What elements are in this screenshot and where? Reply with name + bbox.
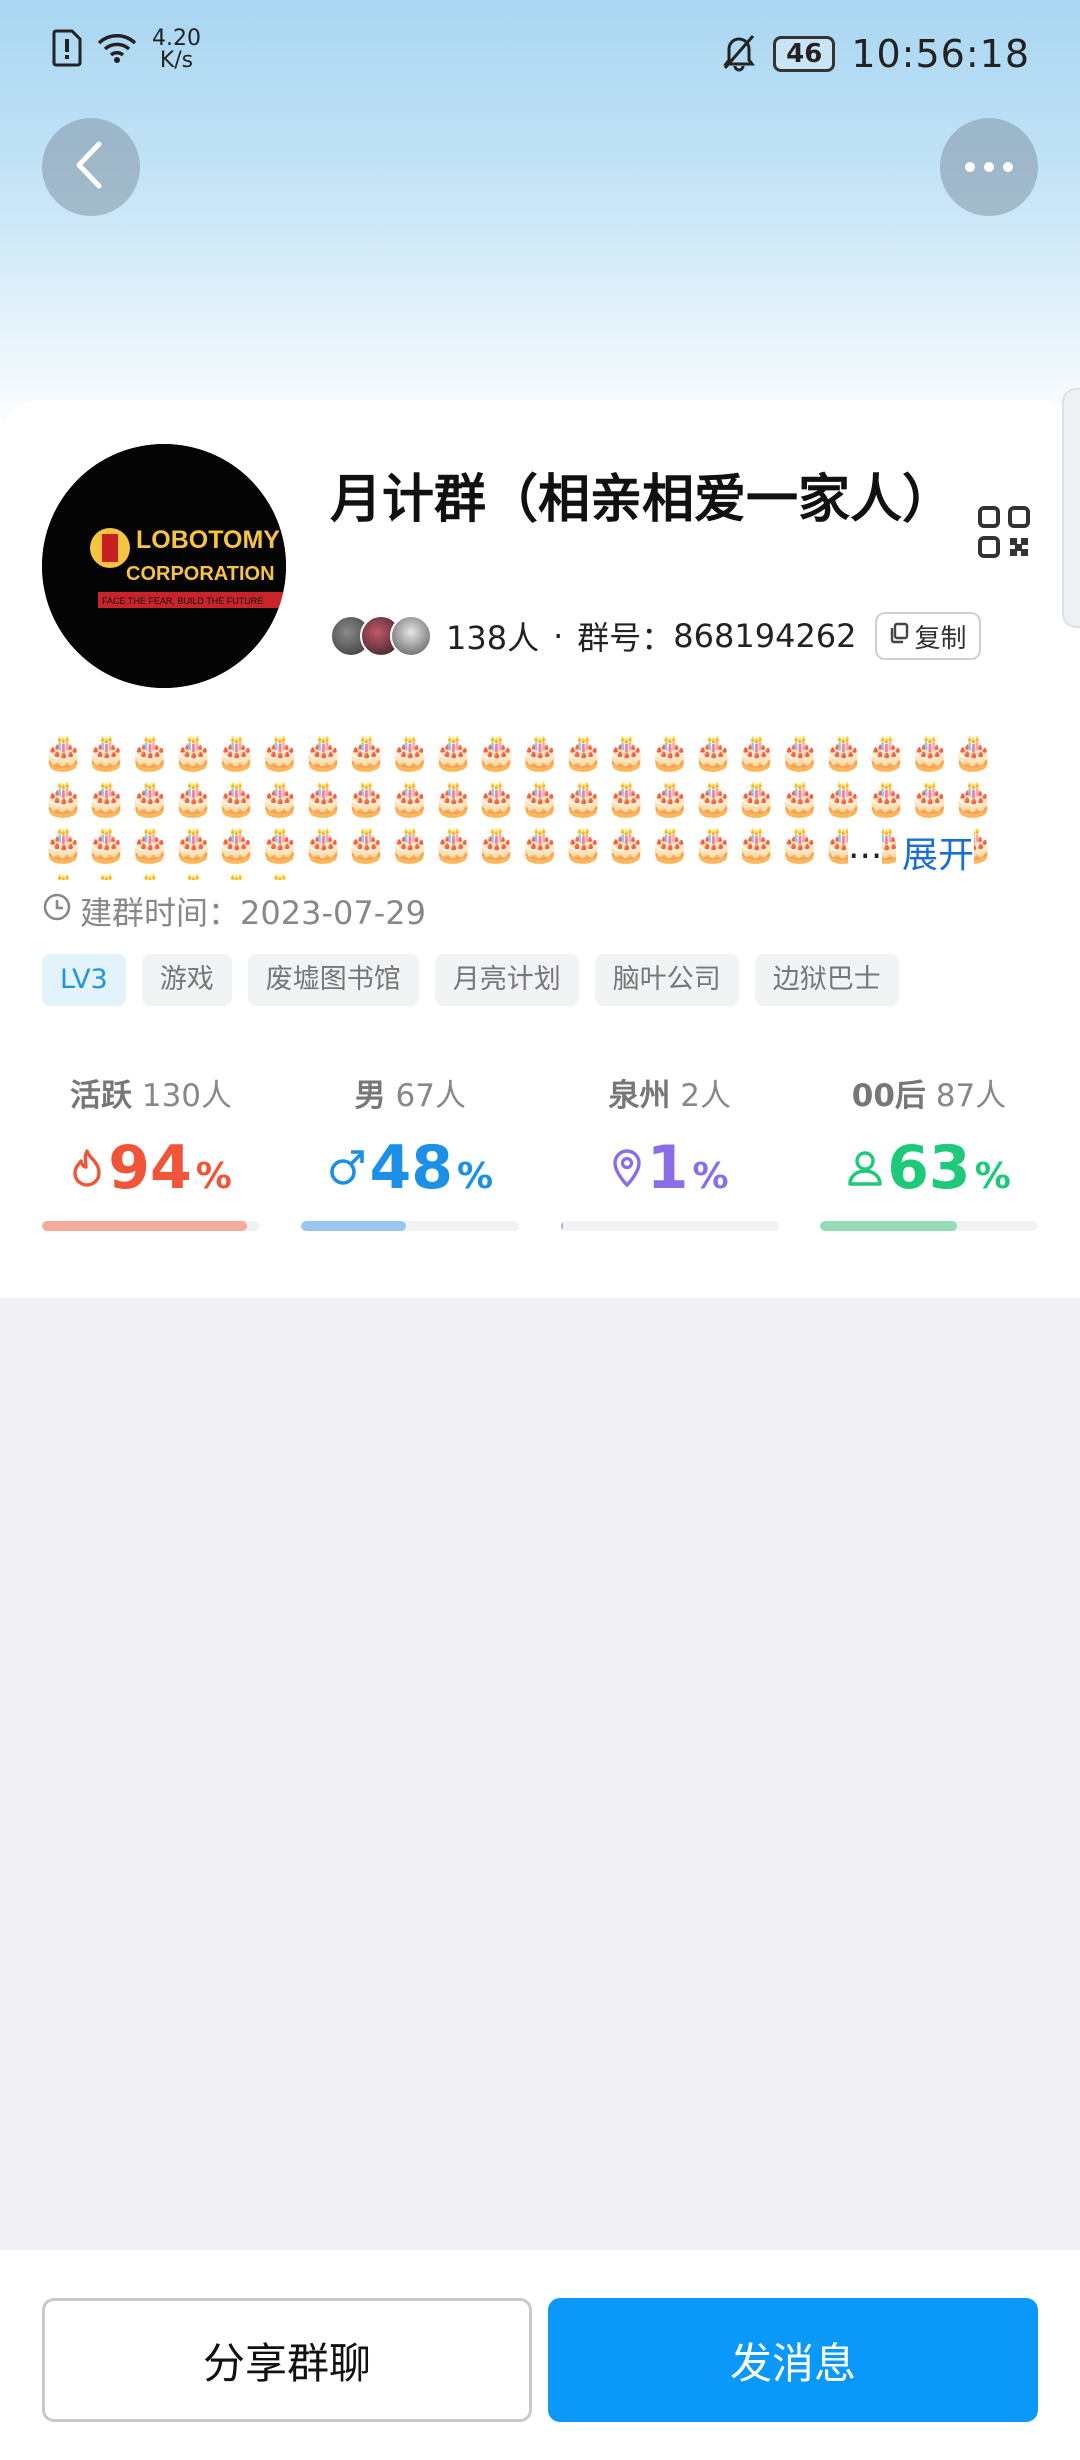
avatar-logo-line2: CORPORATION bbox=[126, 563, 275, 585]
avatar-logo-slogan: FACE THE FEAR, BUILD THE FUTURE bbox=[102, 596, 263, 606]
tag-item[interactable]: 脑叶公司 bbox=[594, 954, 739, 1006]
tag-item[interactable]: 废墟图书馆 bbox=[247, 954, 419, 1006]
copy-id-button[interactable]: 复制 bbox=[874, 612, 981, 660]
stat-percent-sign: % bbox=[195, 1156, 232, 1197]
stat-bar-track bbox=[560, 1221, 779, 1231]
created-date: 建群时间：2023-07-29 bbox=[42, 888, 426, 934]
group-id: 868194262 bbox=[673, 617, 857, 655]
stat-bar-track bbox=[301, 1221, 520, 1231]
group-avatar[interactable]: LOBOTOMY CORPORATION FACE THE FEAR, BUIL… bbox=[42, 444, 286, 688]
qr-code-icon[interactable] bbox=[978, 506, 1030, 558]
group-meta: 138人 · 群号： 868194262 复制 bbox=[330, 610, 981, 662]
stat-count: 87人 bbox=[935, 1078, 1007, 1114]
group-id-label: 群号： bbox=[577, 619, 674, 657]
person-icon bbox=[847, 1148, 883, 1192]
stat-bar-fill bbox=[560, 1221, 563, 1231]
description-ellipsis: ... bbox=[848, 826, 883, 867]
group-name: 月计群（相亲相爱一家人） bbox=[330, 470, 955, 530]
stat-count: 130人 bbox=[141, 1078, 233, 1114]
stat-percent-sign: % bbox=[692, 1156, 729, 1197]
stat-bar-track bbox=[42, 1221, 260, 1231]
stat-key: 00后 bbox=[851, 1078, 926, 1114]
copy-label: 复制 bbox=[914, 623, 967, 654]
meta-separator: · bbox=[553, 617, 564, 655]
flame-icon bbox=[70, 1148, 104, 1192]
clock: 10:56:18 bbox=[851, 32, 1030, 76]
male-icon bbox=[328, 1148, 366, 1192]
tag-item[interactable]: 月亮计划 bbox=[434, 954, 579, 1006]
clock-icon bbox=[42, 892, 72, 930]
tag-item[interactable]: 边狱巴士 bbox=[754, 954, 899, 1006]
more-dots-icon bbox=[964, 158, 1014, 177]
stat-percent-sign: % bbox=[457, 1156, 494, 1197]
more-options-button[interactable] bbox=[940, 118, 1038, 216]
mute-bell-icon bbox=[721, 32, 757, 76]
stat-count: 2人 bbox=[680, 1078, 731, 1114]
tag-list: LV3 游戏 废墟图书馆 月亮计划 脑叶公司 边狱巴士 bbox=[42, 954, 899, 1006]
stat-key: 男 bbox=[354, 1078, 386, 1114]
member-stats: 活跃 130人 94 % 男 67人 48 % 泉州 2人 1 % 00后 87… bbox=[42, 1070, 1038, 1231]
avatar-logo-line1: LOBOTOMY bbox=[136, 526, 280, 554]
copy-icon bbox=[889, 621, 909, 651]
expand-link[interactable]: 展开 bbox=[896, 826, 975, 878]
stat-active[interactable]: 活跃 130人 94 % bbox=[42, 1070, 260, 1231]
stat-bar-fill bbox=[819, 1221, 958, 1231]
network-speed: 4.20 K/s bbox=[152, 26, 201, 73]
bottom-action-bar: 分享群聊 发消息 bbox=[0, 2250, 1080, 2460]
side-drawer-handle[interactable] bbox=[1062, 388, 1080, 628]
tag-item[interactable]: 游戏 bbox=[141, 954, 232, 1006]
stat-value: 1 bbox=[646, 1133, 689, 1203]
stat-bar-fill bbox=[42, 1221, 247, 1231]
stat-male[interactable]: 男 67人 48 % bbox=[301, 1070, 520, 1231]
back-button[interactable] bbox=[42, 118, 140, 216]
stat-value: 48 bbox=[369, 1133, 454, 1203]
stat-bar-track bbox=[819, 1221, 1038, 1231]
stat-value: 94 bbox=[108, 1133, 192, 1203]
chevron-left-icon bbox=[71, 140, 111, 194]
stat-percent-sign: % bbox=[974, 1156, 1011, 1197]
member-count: 138人 bbox=[446, 619, 540, 657]
stat-value: 63 bbox=[887, 1133, 971, 1203]
stat-location[interactable]: 泉州 2人 1 % bbox=[560, 1070, 779, 1231]
stat-age-group[interactable]: 00后 87人 63 % bbox=[819, 1070, 1038, 1231]
status-bar: 4.20 K/s 46 10:56:18 bbox=[0, 0, 1080, 110]
group-description: 🎂🎂🎂🎂🎂🎂🎂🎂🎂🎂🎂🎂🎂🎂🎂🎂🎂🎂🎂🎂🎂🎂🎂🎂🎂🎂🎂🎂🎂🎂🎂🎂🎂🎂🎂🎂🎂🎂🎂🎂… bbox=[42, 733, 996, 880]
share-group-button[interactable]: 分享群聊 bbox=[42, 2298, 532, 2422]
created-date-text: 建群时间：2023-07-29 bbox=[80, 894, 426, 932]
stat-count: 67人 bbox=[395, 1078, 466, 1114]
member-avatars[interactable] bbox=[330, 615, 432, 657]
sim-alert-icon bbox=[52, 29, 82, 71]
stat-bar-fill bbox=[301, 1221, 406, 1231]
wifi-icon bbox=[96, 31, 138, 69]
location-pin-icon bbox=[611, 1148, 643, 1192]
send-message-button[interactable]: 发消息 bbox=[548, 2298, 1038, 2422]
battery-indicator: 46 bbox=[773, 36, 836, 72]
stat-key: 活跃 bbox=[69, 1078, 132, 1114]
stat-key: 泉州 bbox=[608, 1078, 671, 1114]
level-tag[interactable]: LV3 bbox=[42, 954, 126, 1006]
member-avatar bbox=[390, 615, 432, 657]
